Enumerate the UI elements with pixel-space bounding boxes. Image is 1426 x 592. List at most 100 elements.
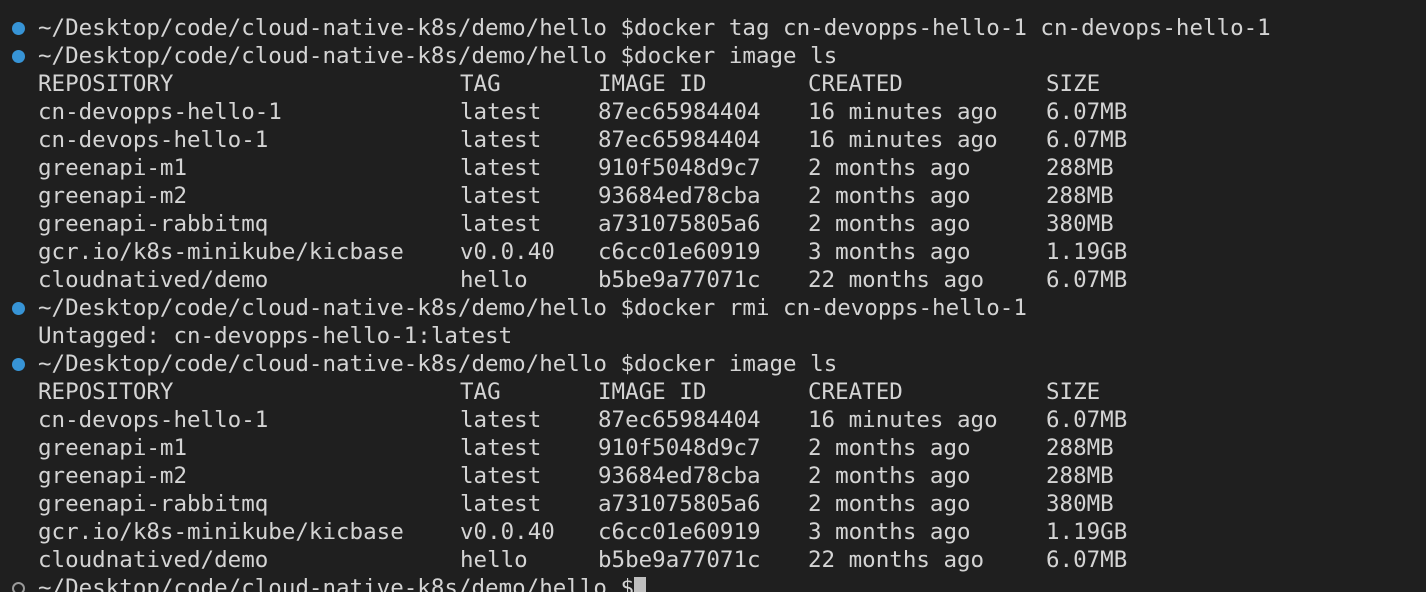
prompt-path: ~/Desktop/code/cloud-native-k8s/demo/hel…: [38, 575, 607, 592]
command-success-marker-icon[interactable]: [12, 22, 25, 35]
cell-tag: latest: [460, 183, 542, 209]
table-row: greenapi-m2 latest 93684ed78cba 2 months…: [0, 182, 1114, 210]
table-row: greenapi-rabbitmq latest a731075805a6 2 …: [0, 490, 1114, 518]
text-cursor: [634, 577, 647, 592]
cell-tag: latest: [460, 463, 542, 489]
cell-created: 16 minutes ago: [808, 127, 998, 153]
cell-tag: latest: [460, 491, 542, 517]
cell-size: 1.19GB: [1046, 239, 1128, 265]
prompt-path: ~/Desktop/code/cloud-native-k8s/demo/hel…: [38, 351, 607, 377]
command-success-marker-icon[interactable]: [12, 358, 25, 371]
table-row: cn-devops-hello-1 latest 87ec65984404 16…: [0, 126, 1127, 154]
cell-image-id: a731075805a6: [598, 211, 761, 237]
cell-tag: latest: [460, 211, 542, 237]
cell-created: 2 months ago: [808, 155, 971, 181]
cell-created: 22 months ago: [808, 267, 985, 293]
table-row: greenapi-m1 latest 910f5048d9c7 2 months…: [0, 154, 1114, 182]
table-header: REPOSITORY TAG IMAGE ID CREATED SIZE: [0, 70, 1100, 98]
cell-tag: latest: [460, 127, 542, 153]
header-repository: REPOSITORY: [38, 379, 174, 405]
cell-created: 2 months ago: [808, 463, 971, 489]
cell-image-id: 87ec65984404: [598, 127, 761, 153]
command-success-marker-icon[interactable]: [12, 50, 25, 63]
cell-repository: gcr.io/k8s-minikube/kicbase: [38, 519, 404, 545]
cell-tag: latest: [460, 407, 542, 433]
cell-image-id: 93684ed78cba: [598, 183, 761, 209]
cell-size: 288MB: [1046, 463, 1114, 489]
cell-size: 1.19GB: [1046, 519, 1128, 545]
active-prompt-line[interactable]: ~/Desktop/code/cloud-native-k8s/demo/hel…: [0, 574, 647, 592]
cell-created: 2 months ago: [808, 435, 971, 461]
header-created: CREATED: [808, 71, 903, 97]
header-image-id: IMAGE ID: [598, 71, 707, 97]
cell-repository: greenapi-rabbitmq: [38, 211, 269, 237]
cell-repository: cn-devops-hello-1: [38, 127, 269, 153]
cell-size: 288MB: [1046, 155, 1114, 181]
cell-repository: greenapi-m1: [38, 155, 188, 181]
table-row: greenapi-m1 latest 910f5048d9c7 2 months…: [0, 434, 1114, 462]
cell-repository: greenapi-m1: [38, 435, 188, 461]
command-line: ~/Desktop/code/cloud-native-k8s/demo/hel…: [0, 294, 1027, 322]
cell-created: 2 months ago: [808, 211, 971, 237]
table-row: cn-devops-hello-1 latest 87ec65984404 16…: [0, 406, 1127, 434]
table-row: cloudnatived/demo hello b5be9a77071c 22 …: [0, 546, 1127, 574]
cell-image-id: 87ec65984404: [598, 99, 761, 125]
cell-tag: latest: [460, 99, 542, 125]
command-text: $docker image ls: [620, 43, 838, 69]
cell-image-id: 87ec65984404: [598, 407, 761, 433]
command-line: ~/Desktop/code/cloud-native-k8s/demo/hel…: [0, 350, 837, 378]
cell-repository: cloudnatived/demo: [38, 547, 269, 573]
command-text: $docker tag cn-devopps-hello-1 cn-devops…: [620, 15, 1271, 41]
cell-repository: gcr.io/k8s-minikube/kicbase: [38, 239, 404, 265]
table-row: greenapi-rabbitmq latest a731075805a6 2 …: [0, 210, 1114, 238]
cell-tag: latest: [460, 435, 542, 461]
cell-repository: cn-devopps-hello-1: [38, 99, 282, 125]
command-text: $docker rmi cn-devopps-hello-1: [620, 295, 1027, 321]
table-row: cn-devopps-hello-1 latest 87ec65984404 1…: [0, 98, 1127, 126]
header-size: SIZE: [1046, 71, 1101, 97]
table-row: gcr.io/k8s-minikube/kicbase v0.0.40 c6cc…: [0, 518, 1127, 546]
header-image-id: IMAGE ID: [598, 379, 707, 405]
cell-image-id: c6cc01e60919: [598, 519, 761, 545]
cell-repository: greenapi-m2: [38, 183, 188, 209]
header-tag: TAG: [460, 379, 501, 405]
cell-created: 3 months ago: [808, 239, 971, 265]
cell-created: 3 months ago: [808, 519, 971, 545]
header-tag: TAG: [460, 71, 501, 97]
header-repository: REPOSITORY: [38, 71, 174, 97]
command-pending-marker-icon: [12, 582, 25, 592]
terminal-window[interactable]: ~/Desktop/code/cloud-native-k8s/demo/hel…: [0, 0, 1426, 592]
cell-repository: greenapi-rabbitmq: [38, 491, 269, 517]
cell-created: 16 minutes ago: [808, 407, 998, 433]
cell-size: 288MB: [1046, 183, 1114, 209]
header-size: SIZE: [1046, 379, 1101, 405]
cell-size: 6.07MB: [1046, 99, 1128, 125]
command-output: Untagged: cn-devopps-hello-1:latest: [0, 322, 512, 350]
table-row: greenapi-m2 latest 93684ed78cba 2 months…: [0, 462, 1114, 490]
untagged-message: Untagged: cn-devopps-hello-1:latest: [38, 323, 513, 349]
cell-tag: hello: [460, 547, 528, 573]
prompt-path: ~/Desktop/code/cloud-native-k8s/demo/hel…: [38, 15, 607, 41]
cell-image-id: 93684ed78cba: [598, 463, 761, 489]
command-text: $docker image ls: [620, 351, 838, 377]
table-row: cloudnatived/demo hello b5be9a77071c 22 …: [0, 266, 1127, 294]
cell-image-id: 910f5048d9c7: [598, 155, 761, 181]
prompt-path: ~/Desktop/code/cloud-native-k8s/demo/hel…: [38, 43, 607, 69]
table-row: gcr.io/k8s-minikube/kicbase v0.0.40 c6cc…: [0, 238, 1127, 266]
cell-size: 6.07MB: [1046, 127, 1128, 153]
cell-repository: greenapi-m2: [38, 463, 188, 489]
cell-tag: v0.0.40: [460, 239, 555, 265]
cell-image-id: b5be9a77071c: [598, 267, 761, 293]
command-text: $: [620, 575, 635, 592]
cell-size: 380MB: [1046, 491, 1114, 517]
prompt-path: ~/Desktop/code/cloud-native-k8s/demo/hel…: [38, 295, 607, 321]
cell-image-id: c6cc01e60919: [598, 239, 761, 265]
cell-size: 6.07MB: [1046, 547, 1128, 573]
cell-created: 16 minutes ago: [808, 99, 998, 125]
command-success-marker-icon[interactable]: [12, 302, 25, 315]
cell-repository: cloudnatived/demo: [38, 267, 269, 293]
header-created: CREATED: [808, 379, 903, 405]
command-line: ~/Desktop/code/cloud-native-k8s/demo/hel…: [0, 42, 837, 70]
command-line: ~/Desktop/code/cloud-native-k8s/demo/hel…: [0, 14, 1271, 42]
table-header: REPOSITORY TAG IMAGE ID CREATED SIZE: [0, 378, 1100, 406]
